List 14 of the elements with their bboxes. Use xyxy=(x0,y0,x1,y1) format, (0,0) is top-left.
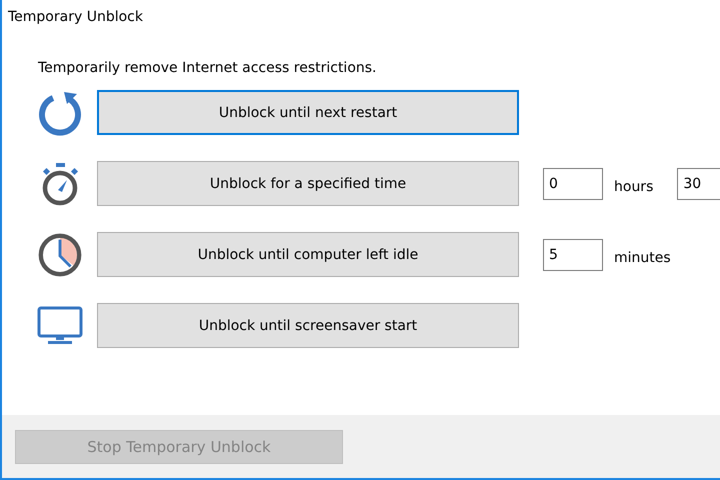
unblock-button[interactable]: Unblock for a specified time xyxy=(97,161,519,206)
number-field[interactable]: 30 xyxy=(677,168,720,200)
window-title: Temporary Unblock xyxy=(8,9,144,25)
unblock-button[interactable]: Unblock until screensaver start xyxy=(97,303,519,348)
clock-icon xyxy=(37,230,83,278)
unit-label: minutes xyxy=(614,250,671,266)
unblock-button[interactable]: Unblock until next restart xyxy=(97,90,519,135)
monitor-icon xyxy=(37,306,83,346)
unblock-button[interactable]: Unblock until computer left idle xyxy=(97,232,519,277)
number-field[interactable]: 5 xyxy=(543,238,603,270)
number-field[interactable]: 0 xyxy=(543,168,603,200)
description-text: Temporarily remove Internet access restrictions. xyxy=(38,60,378,76)
unit-label: hours xyxy=(614,178,654,194)
restart-icon xyxy=(37,90,83,136)
